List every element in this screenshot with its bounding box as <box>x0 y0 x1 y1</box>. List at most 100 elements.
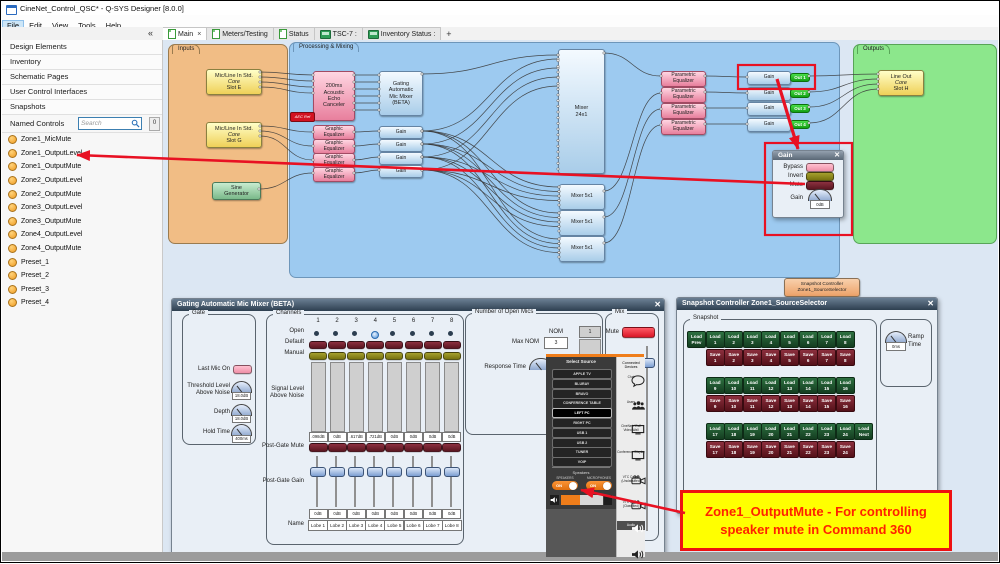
node-gain-4[interactable]: Gain <box>379 165 423 178</box>
save-24-button[interactable]: Save24 <box>836 441 855 458</box>
post-gate-mute-button-6[interactable] <box>404 443 423 452</box>
channel-name-5[interactable]: Lobe 5 <box>384 520 404 531</box>
source-button-left-pc[interactable]: LEFT PC <box>552 408 612 418</box>
volume-slider[interactable] <box>561 495 603 505</box>
manual-button-5[interactable] <box>385 352 403 360</box>
device-item-vtc-codec-unclassified-[interactable]: VTC Codec (Unclassified) <box>617 473 645 486</box>
node-mic-line-in-slot-g[interactable]: Mic/Line In Std. Core Slot G <box>206 122 262 148</box>
bypass-button[interactable] <box>806 163 834 172</box>
load-23-button[interactable]: Load23 <box>817 423 836 440</box>
post-gate-gain-slider-1[interactable] <box>310 467 326 477</box>
node-sine-generator[interactable]: Sine Generator <box>212 182 261 200</box>
node-gain-2[interactable]: Gain <box>379 139 423 152</box>
named-control-zone1_outputmute[interactable]: Zone1_OutputMute <box>2 160 162 174</box>
load-2-button[interactable]: Load2 <box>724 331 743 348</box>
post-gate-mute-button-4[interactable] <box>366 443 385 452</box>
load-3-button[interactable]: Load3 <box>743 331 762 348</box>
post-gate-mute-button-7[interactable] <box>423 443 442 452</box>
save-23-button[interactable]: Save23 <box>817 441 836 458</box>
node-aec[interactable]: 200ms Acoustic Echo Canceler <box>313 71 355 121</box>
node-graphic-eq-4[interactable]: GraphicEqualizer <box>313 167 355 182</box>
device-item-conference-display[interactable]: Conference Display <box>617 448 645 457</box>
threshold-value[interactable]: 18.0dB <box>232 392 251 400</box>
toggle-knob[interactable] <box>603 482 611 490</box>
sidebar-collapse-button[interactable]: « <box>148 28 153 38</box>
post-gate-mute-button-3[interactable] <box>347 443 366 452</box>
post-gate-gain-value-8[interactable]: 0dB <box>442 509 461 519</box>
post-gate-gain-value-5[interactable]: 0dB <box>385 509 404 519</box>
save-11-button[interactable]: Save11 <box>743 395 762 412</box>
load-4-button[interactable]: Load4 <box>761 331 780 348</box>
node-graphic-eq-2[interactable]: GraphicEqualizer <box>313 139 355 154</box>
post-gate-gain-value-7[interactable]: 0dB <box>423 509 442 519</box>
load-7-button[interactable]: Load7 <box>817 331 836 348</box>
new-tab-button[interactable]: + <box>441 27 456 40</box>
node-output-gain-3[interactable]: Gain <box>747 102 791 116</box>
channel-name-2[interactable]: Lobe 2 <box>327 520 347 531</box>
named-control-zone3_outputmute[interactable]: Zone3_OutputMute <box>2 215 162 229</box>
named-control-preset_1[interactable]: Preset_1 <box>2 255 162 269</box>
node-snapshot-controller[interactable]: Snapshot Controller Zone1_SourceSelector <box>784 278 860 297</box>
tab-close-icon[interactable]: × <box>197 31 201 38</box>
sidebar-section-design-elements[interactable]: Design Elements <box>2 40 162 55</box>
node-gating-mic-mixer[interactable]: Gating Automatic Mic Mixer (BETA) <box>379 71 423 116</box>
channel-name-7[interactable]: Lobe 7 <box>423 520 443 531</box>
volume-end-button[interactable] <box>604 495 612 505</box>
load-20-button[interactable]: Load20 <box>761 423 780 440</box>
post-gate-mute-button-2[interactable] <box>328 443 347 452</box>
save-21-button[interactable]: Save21 <box>780 441 799 458</box>
load-15-button[interactable]: Load15 <box>817 377 836 394</box>
ramp-time-value[interactable]: 0ms <box>886 342 906 351</box>
node-parametric-eq-1[interactable]: ParametricEqualizer <box>661 71 706 87</box>
source-button-conference-table[interactable]: CONFERENCE TABLE <box>552 398 612 408</box>
last-mic-on-button[interactable] <box>233 365 252 374</box>
post-gate-mute-button-8[interactable] <box>442 443 461 452</box>
named-control-zone2_outputmute[interactable]: Zone2_OutputMute <box>2 187 162 201</box>
node-mic-line-in-slot-e[interactable]: Mic/Line In Std. Core Slot E <box>206 69 262 95</box>
source-button-bluray[interactable]: BLURAY <box>552 379 612 389</box>
save-18-button[interactable]: Save18 <box>724 441 743 458</box>
manual-button-6[interactable] <box>405 352 423 360</box>
save-17-button[interactable]: Save17 <box>706 441 725 458</box>
load-22-button[interactable]: Load22 <box>799 423 818 440</box>
tab-inventory-status-[interactable]: Inventory Status : <box>363 27 441 40</box>
source-button-usb-1[interactable]: USB 1 <box>552 428 612 438</box>
save-14-button[interactable]: Save14 <box>799 395 818 412</box>
source-button-right-pc[interactable]: RIGHT PC <box>552 418 612 428</box>
default-button-5[interactable] <box>385 341 403 349</box>
named-control-zone4_outputmute[interactable]: Zone4_OutputMute <box>2 242 162 256</box>
snapshot-panel-title[interactable]: Snapshot Controller Zone1_SourceSelector <box>677 298 937 310</box>
tab-status[interactable]: Status <box>274 27 315 40</box>
mix-mute-button[interactable] <box>622 327 655 338</box>
device-item-audio[interactable]: Audio <box>617 521 645 530</box>
node-mixer-24x1[interactable]: Mixer 24x1 <box>558 49 605 174</box>
manual-button-8[interactable] <box>443 352 461 360</box>
save-20-button[interactable]: Save20 <box>761 441 780 458</box>
post-gate-gain-slider-8[interactable] <box>444 467 460 477</box>
load-next-button[interactable]: LoadNext <box>854 423 873 440</box>
load-6-button[interactable]: Load6 <box>799 331 818 348</box>
node-output-gain-1[interactable]: Gain <box>747 71 791 85</box>
sidebar-section-user-control-interfaces[interactable]: User Control Interfaces <box>2 85 162 100</box>
sidebar-section-inventory[interactable]: Inventory <box>2 55 162 70</box>
close-icon[interactable]: ✕ <box>834 151 840 159</box>
post-gate-gain-slider-3[interactable] <box>348 467 364 477</box>
node-output-gain-2[interactable]: Gain <box>747 87 791 101</box>
channel-name-1[interactable]: Lobe 1 <box>308 520 328 531</box>
close-icon[interactable]: ✕ <box>654 300 661 309</box>
mic-mixer-panel-title[interactable]: Gating Automatic Mic Mixer (BETA) <box>172 299 664 311</box>
default-button-2[interactable] <box>328 341 346 349</box>
named-control-zone3_outputlevel[interactable]: Zone3_OutputLevel <box>2 201 162 215</box>
load-1-button[interactable]: Load1 <box>706 331 725 348</box>
close-icon[interactable]: ✕ <box>927 299 934 308</box>
save-10-button[interactable]: Save10 <box>724 395 743 412</box>
hold-time-value[interactable]: 400ms <box>232 435 251 443</box>
load-11-button[interactable]: Load11 <box>743 377 762 394</box>
volume-speaker-icon[interactable] <box>550 495 559 505</box>
toggle-knob[interactable] <box>569 482 577 490</box>
max-nom-value[interactable]: 3 <box>544 337 568 349</box>
save-19-button[interactable]: Save19 <box>743 441 762 458</box>
post-gate-mute-button-1[interactable] <box>309 443 328 452</box>
node-mixer-5x1-3[interactable]: Mixer 5x1 <box>559 236 605 262</box>
tab-main[interactable]: Main× <box>163 27 207 40</box>
